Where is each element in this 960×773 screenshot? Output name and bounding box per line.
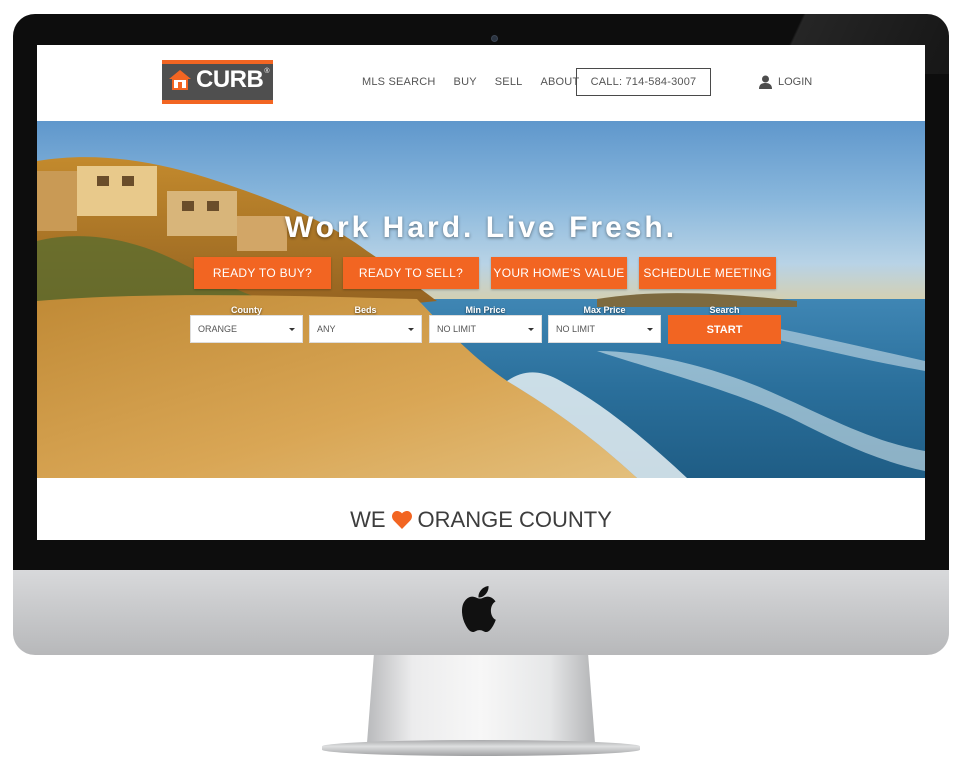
min-price-select[interactable]: NO LIMIT [429,315,542,343]
hero-title: Work Hard. Live Fresh. [284,211,678,244]
tagline-before: WE [350,507,386,532]
cta-row: READY TO BUY? READY TO SELL? YOUR HOME'S… [37,257,925,289]
nav-buy[interactable]: BUY [454,76,477,88]
chevron-down-icon [289,328,295,331]
schedule-meeting-button[interactable]: SCHEDULE MEETING [639,257,776,289]
logo-stripe [162,60,273,64]
site-header: CURB ® MLS SEARCH BUY SELL ABOUT CALL: 7… [37,45,925,121]
hero-banner: Work Hard. Live Fresh. READY TO BUY? REA… [37,121,925,478]
call-button[interactable]: CALL: 714-584-3007 [576,68,711,96]
home-value-button[interactable]: YOUR HOME'S VALUE [491,257,627,289]
nav-about[interactable]: ABOUT [540,76,579,88]
min-price-value: NO LIMIT [437,324,477,334]
beds-select[interactable]: ANY [309,315,422,343]
login-link[interactable]: LOGIN [759,75,812,89]
nav-mls-search[interactable]: MLS SEARCH [362,76,436,88]
screen: CURB ® MLS SEARCH BUY SELL ABOUT CALL: 7… [37,45,925,540]
beach-scene-image [37,157,925,478]
imac-stand-base [322,740,640,756]
tagline-after: ORANGE COUNTY [417,507,612,532]
start-search-button[interactable]: START [668,315,781,344]
ready-to-sell-button[interactable]: READY TO SELL? [343,257,479,289]
nav-sell[interactable]: SELL [495,76,523,88]
min-price-label: Min Price [465,305,506,315]
search-bar: County ORANGE Beds ANY Min Price NO LIMI… [37,305,925,365]
max-price-label: Max Price [583,305,626,315]
beds-value: ANY [317,324,336,334]
main-nav: MLS SEARCH BUY SELL ABOUT [362,76,597,88]
max-price-value: NO LIMIT [556,324,596,334]
curb-logo[interactable]: CURB ® [162,60,273,104]
max-price-select[interactable]: NO LIMIT [548,315,661,343]
beds-label: Beds [354,305,377,315]
search-label: Search [709,305,740,315]
chevron-down-icon [408,328,414,331]
apple-logo-icon [462,586,496,632]
user-icon [759,75,772,89]
imac-stand [367,655,595,743]
chevron-down-icon [528,328,534,331]
logo-registered-mark: ® [264,67,270,75]
camera-icon [491,35,498,42]
county-value: ORANGE [198,324,238,334]
tagline: WE ORANGE COUNTY [37,507,925,533]
logo-text: CURB [196,66,264,93]
house-icon [169,70,191,90]
county-label: County [231,305,262,315]
ready-to-buy-button[interactable]: READY TO BUY? [194,257,331,289]
login-label: LOGIN [778,76,813,88]
county-select[interactable]: ORANGE [190,315,303,343]
heart-icon [391,511,412,529]
chevron-down-icon [647,328,653,331]
